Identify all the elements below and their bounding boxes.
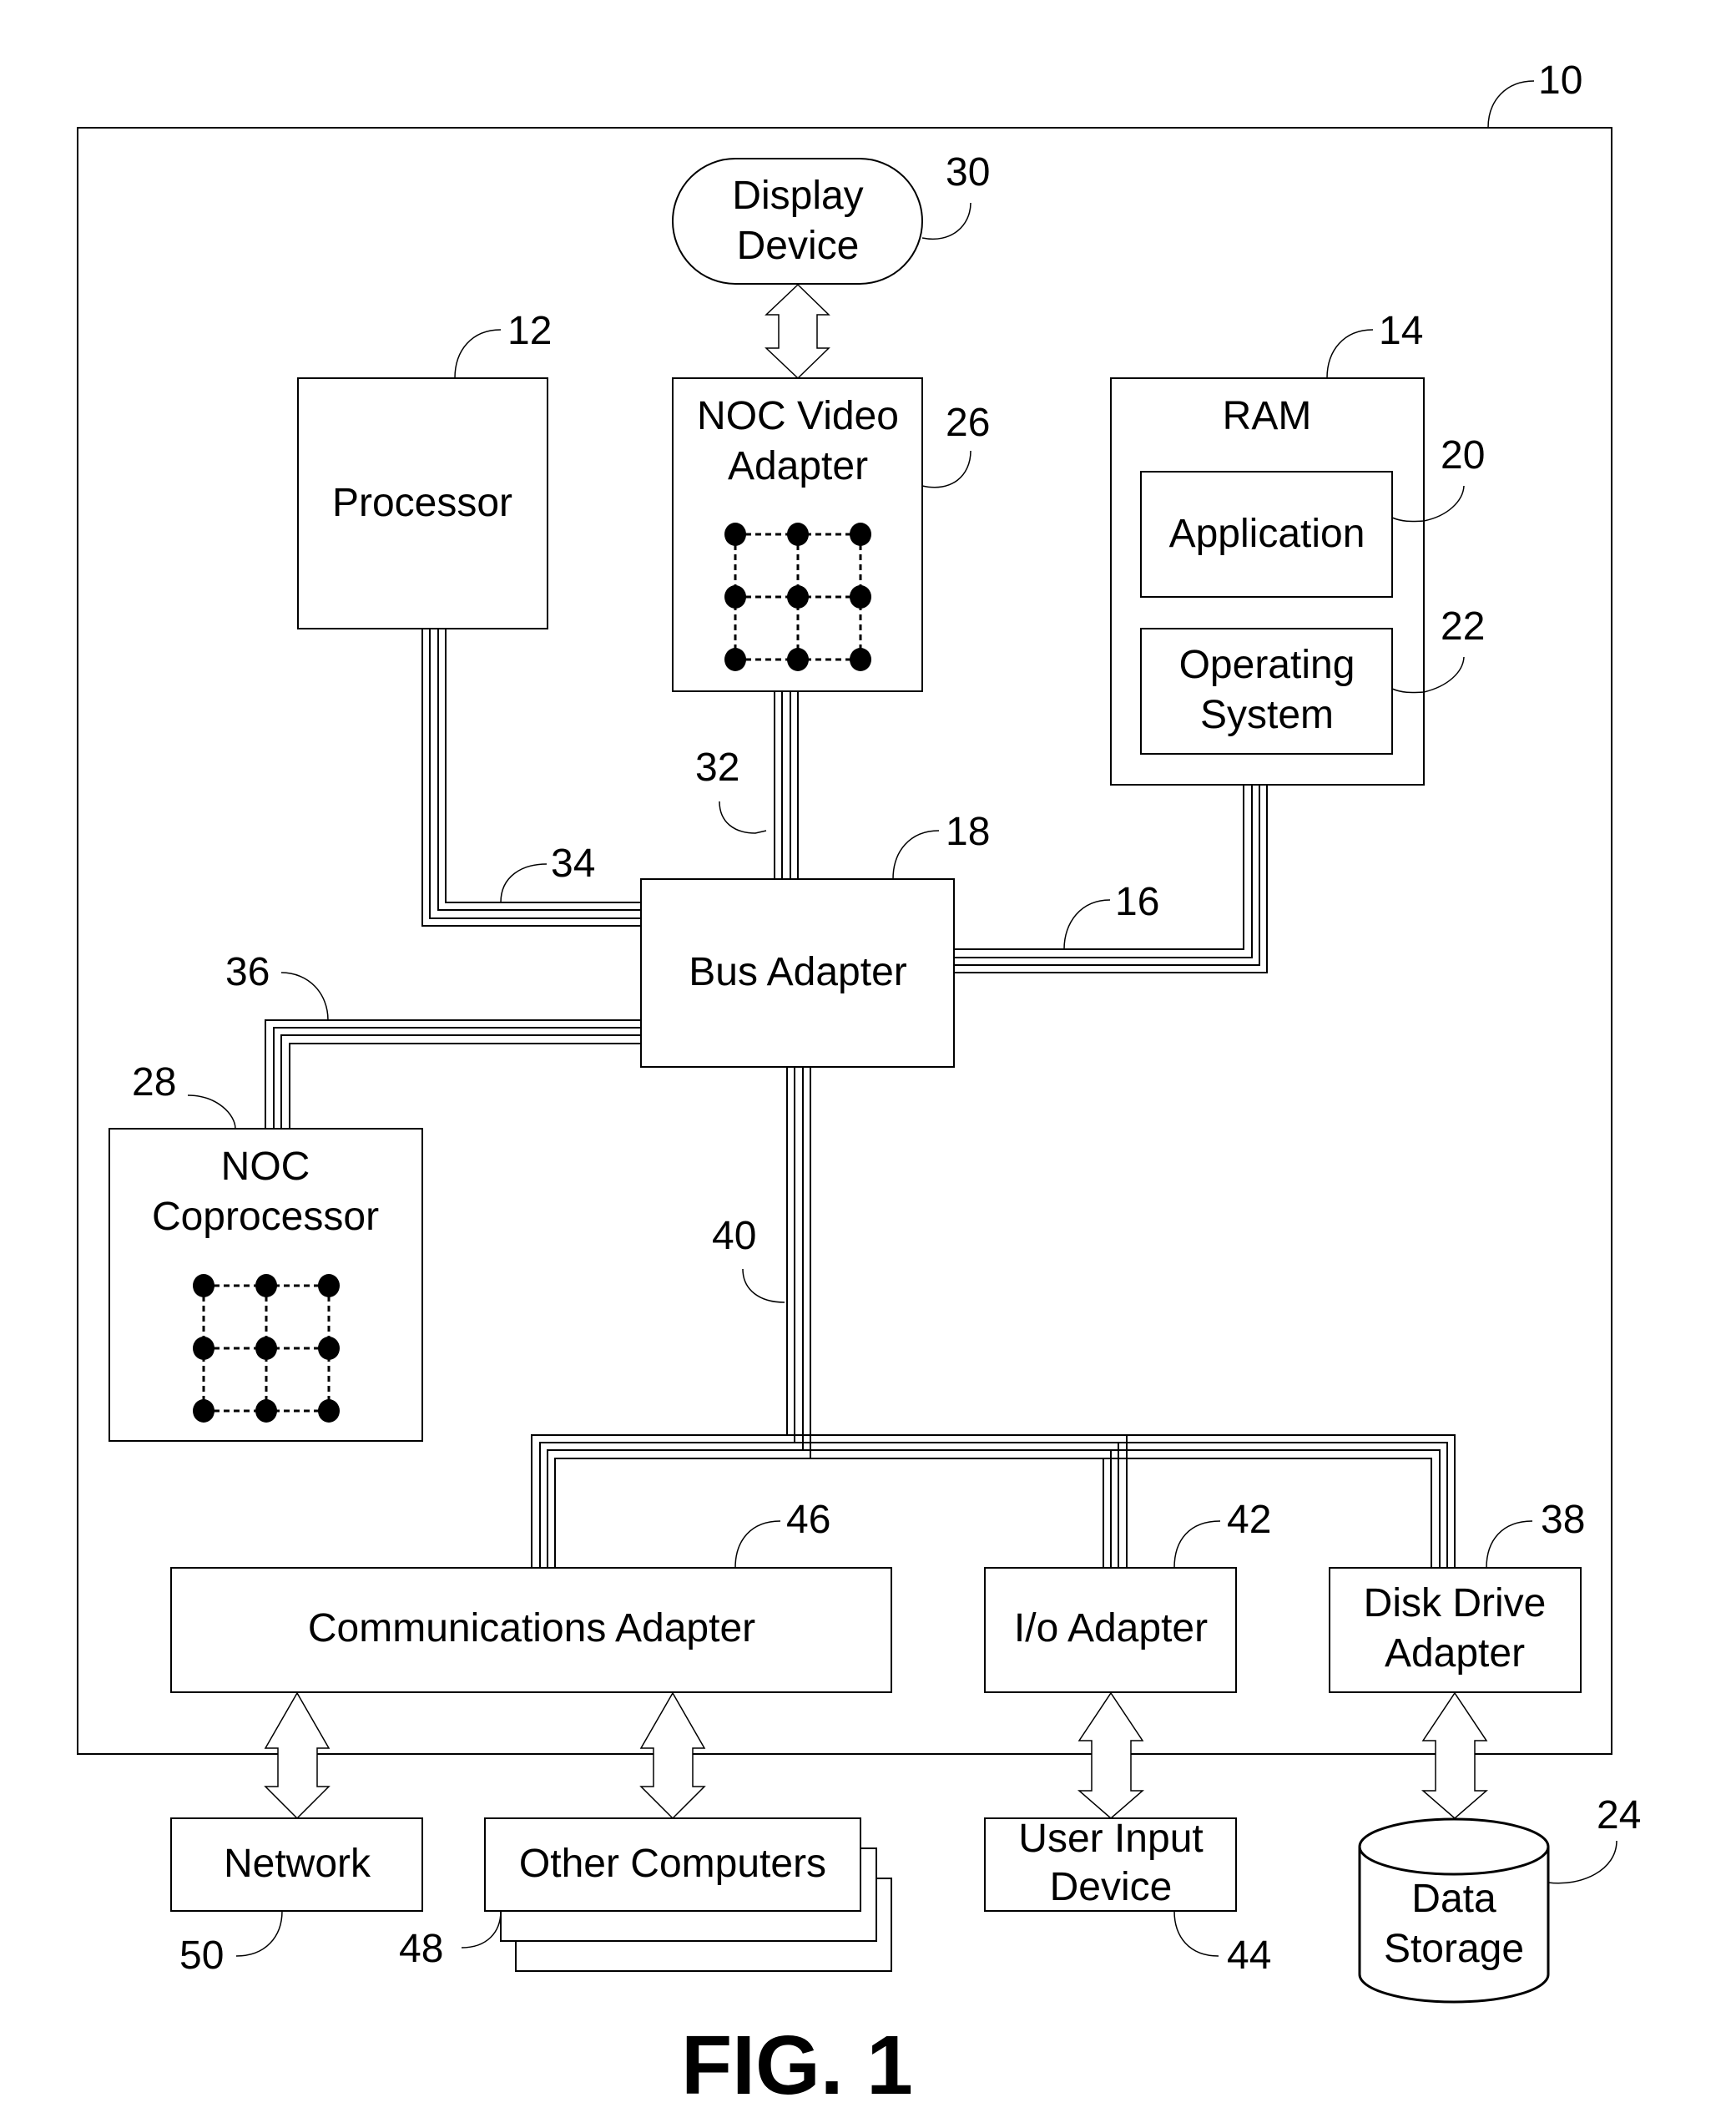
mesh-node-icon (724, 648, 746, 671)
ref-label-ram: 14 (1379, 309, 1423, 353)
io-adapter-label: I/o Adapter (1014, 1606, 1208, 1650)
data-storage-label-line2: Storage (1384, 1927, 1524, 1971)
ref-label-video-bus: 32 (695, 746, 739, 790)
mesh-node-icon (787, 585, 809, 609)
network-label: Network (224, 1842, 371, 1886)
noc-video-adapter-label-line2: Adapter (728, 444, 868, 488)
operating-system: Operating System (1140, 628, 1393, 755)
ref-label-noc-video-adapter: 26 (946, 401, 990, 445)
processor-label: Processor (332, 481, 512, 525)
network: Network (170, 1817, 423, 1912)
mesh-node-icon (850, 648, 871, 671)
data-storage-label-line1: Data (1411, 1877, 1496, 1921)
user-input-device-label-line2: Device (1050, 1865, 1173, 1909)
computer-block-diagram: 10 34 32 16 36 40 Display Device 30 Proc… (77, 58, 1641, 2112)
mesh-node-icon (255, 1274, 277, 1297)
disk-drive-adapter-label-line2: Adapter (1385, 1631, 1525, 1676)
ref-label-processor: 12 (507, 309, 552, 353)
ref-label-system: 10 (1538, 58, 1582, 103)
communications-adapter-label: Communications Adapter (308, 1606, 755, 1650)
processor: Processor (297, 377, 548, 629)
leader-line-system (1487, 80, 1535, 129)
disk-drive-adapter-label-line1: Disk Drive (1364, 1581, 1547, 1625)
mesh-node-icon (724, 585, 746, 609)
noc-coprocessor-label-line1: NOC (221, 1145, 310, 1189)
ref-label-data-storage: 24 (1597, 1793, 1641, 1837)
application-label: Application (1169, 512, 1365, 556)
display-device-label-line2: Device (737, 224, 860, 268)
ref-label-coprocessor-bus: 36 (225, 950, 270, 994)
other-computers: Other Computers (484, 1817, 892, 1972)
ref-label-other-computers: 48 (399, 1927, 443, 1971)
ref-label-communications-adapter: 46 (786, 1498, 830, 1542)
ref-label-bus-adapter: 18 (946, 810, 990, 854)
ref-label-network: 50 (179, 1933, 224, 1978)
operating-system-label-line2: System (1200, 693, 1334, 737)
mesh-node-icon (850, 523, 871, 546)
mesh-node-icon (787, 648, 809, 671)
mesh-node-icon (724, 523, 746, 546)
figure-caption: FIG. 1 (681, 2019, 913, 2112)
ref-label-display-device: 30 (946, 150, 990, 195)
user-input-device-label-line1: User Input (1018, 1817, 1203, 1861)
data-storage: Data Storage (1358, 1817, 1550, 2004)
operating-system-label-line1: Operating (1179, 643, 1355, 687)
noc-video-adapter-label-line1: NOC Video (697, 394, 899, 438)
display-device-label-line1: Display (732, 174, 863, 218)
communications-adapter: Communications Adapter (170, 1567, 892, 1693)
other-computers-label: Other Computers (519, 1842, 826, 1886)
mesh-node-icon (318, 1337, 340, 1360)
ram-label: RAM (1223, 394, 1312, 438)
mesh-node-icon (193, 1337, 214, 1360)
ref-label-expansion-bus: 40 (712, 1214, 756, 1258)
ref-label-noc-coprocessor: 28 (132, 1060, 176, 1104)
ref-label-io-adapter: 42 (1227, 1498, 1271, 1542)
application: Application (1140, 471, 1393, 598)
noc-video-adapter: NOC Video Adapter (672, 377, 923, 692)
ref-label-disk-drive-adapter: 38 (1541, 1498, 1585, 1542)
leader-line-other-computers (461, 1910, 502, 1949)
mesh-node-icon (318, 1399, 340, 1423)
ref-label-operating-system: 22 (1441, 604, 1485, 649)
io-adapter: I/o Adapter (984, 1567, 1237, 1693)
bus-adapter: Bus Adapter (640, 878, 955, 1068)
user-input-device: User Input Device (984, 1817, 1237, 1912)
mesh-node-icon (318, 1274, 340, 1297)
ref-label-application: 20 (1441, 433, 1485, 478)
mesh-node-icon (193, 1274, 214, 1297)
ref-label-memory-bus: 16 (1115, 880, 1159, 924)
leader-line-user-input-device (1173, 1910, 1219, 1957)
ref-label-user-input-device: 44 (1227, 1933, 1271, 1978)
mesh-node-icon (850, 585, 871, 609)
display-device: Display Device (672, 158, 923, 285)
mesh-node-icon (255, 1337, 277, 1360)
bus-adapter-label: Bus Adapter (689, 950, 907, 994)
mesh-node-icon (193, 1399, 214, 1423)
mesh-node-icon (255, 1399, 277, 1423)
disk-drive-adapter: Disk Drive Adapter (1329, 1567, 1582, 1693)
noc-coprocessor: NOC Coprocessor (108, 1128, 423, 1442)
leader-line-network (235, 1910, 283, 1957)
noc-coprocessor-label-line2: Coprocessor (152, 1195, 379, 1239)
leader-line-data-storage (1547, 1840, 1617, 1884)
mesh-node-icon (787, 523, 809, 546)
ref-label-front-side-bus: 34 (551, 842, 595, 886)
